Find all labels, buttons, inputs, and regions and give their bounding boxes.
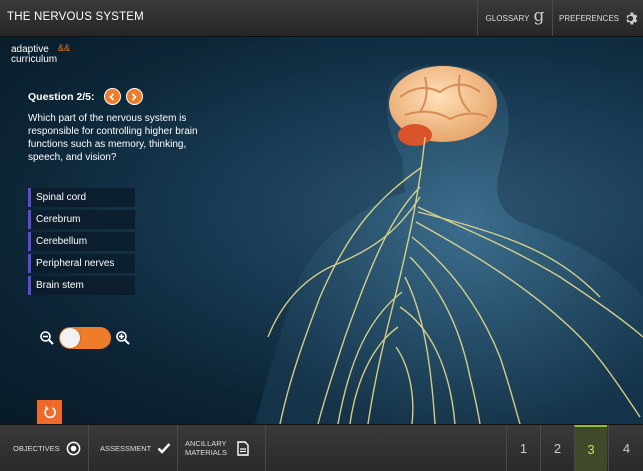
assessment-label: ASSESSMENT [100, 443, 152, 453]
ancillary-label: ANCILLARY MATERIALS [185, 439, 227, 457]
page-2-button[interactable]: 2 [540, 425, 574, 471]
question-header: Question 2/5: [28, 88, 148, 105]
answer-option-cerebellum[interactable]: Cerebellum [28, 232, 135, 251]
answer-option-spinal-cord[interactable]: Spinal cord [28, 188, 135, 207]
preferences-button[interactable]: PREFERENCES [552, 0, 643, 36]
glossary-icon: g [533, 6, 545, 26]
ancillary-label-line-1: ANCILLARY [185, 439, 227, 448]
checkmark-icon [157, 443, 171, 454]
previous-question-button[interactable] [103, 88, 121, 105]
reset-button[interactable] [37, 400, 62, 424]
app-title: THE NERVOUS SYSTEM [7, 11, 144, 23]
assessment-button[interactable]: ASSESSMENT [90, 425, 178, 471]
zoom-out-icon[interactable] [39, 330, 55, 346]
answer-list: Spinal cord Cerebrum Cerebellum Peripher… [28, 188, 135, 298]
question-text: Which part of the nervous system is resp… [28, 113, 198, 163]
page-4-button[interactable]: 4 [608, 425, 643, 471]
answer-option-cerebrum[interactable]: Cerebrum [28, 210, 135, 229]
ancillary-label-line-2: MATERIALS [185, 448, 227, 457]
page-1-button[interactable]: 1 [506, 425, 540, 471]
target-icon [66, 441, 81, 455]
glossary-button[interactable]: GLOSSARY g [477, 0, 552, 36]
document-icon [237, 440, 249, 456]
next-question-button[interactable] [125, 88, 143, 105]
question-number: Question 2/5: [28, 90, 95, 103]
zoom-control [39, 327, 131, 349]
glossary-label: GLOSSARY [485, 13, 530, 23]
zoom-in-icon[interactable] [115, 330, 131, 346]
ancillary-materials-button[interactable]: ANCILLARY MATERIALS [179, 425, 266, 471]
top-bar: THE NERVOUS SYSTEM GLOSSARY g PREFERENCE… [0, 0, 643, 37]
logo-mark: && [58, 43, 71, 53]
chevron-right-icon [131, 92, 137, 101]
page-3-button[interactable]: 3 [574, 425, 607, 471]
answer-option-brain-stem[interactable]: Brain stem [28, 276, 135, 295]
bottom-bar: OBJECTIVES ASSESSMENT ANCILLARY MATERIAL… [0, 424, 643, 471]
adaptive-curriculum-logo: adaptive curriculum && [11, 43, 70, 65]
preferences-label: PREFERENCES [558, 13, 619, 23]
main-stage: adaptive curriculum && Question 2/5: Whi… [0, 37, 643, 424]
answer-option-peripheral-nerves[interactable]: Peripheral nerves [28, 254, 135, 273]
objectives-label: OBJECTIVES [13, 443, 60, 453]
zoom-slider[interactable] [59, 327, 111, 349]
gear-icon [626, 12, 638, 24]
chevron-left-icon [109, 92, 115, 101]
objectives-button[interactable]: OBJECTIVES [0, 425, 89, 471]
zoom-slider-handle[interactable] [60, 328, 80, 348]
reset-icon [43, 406, 56, 419]
logo-line-2: curriculum [11, 54, 58, 65]
